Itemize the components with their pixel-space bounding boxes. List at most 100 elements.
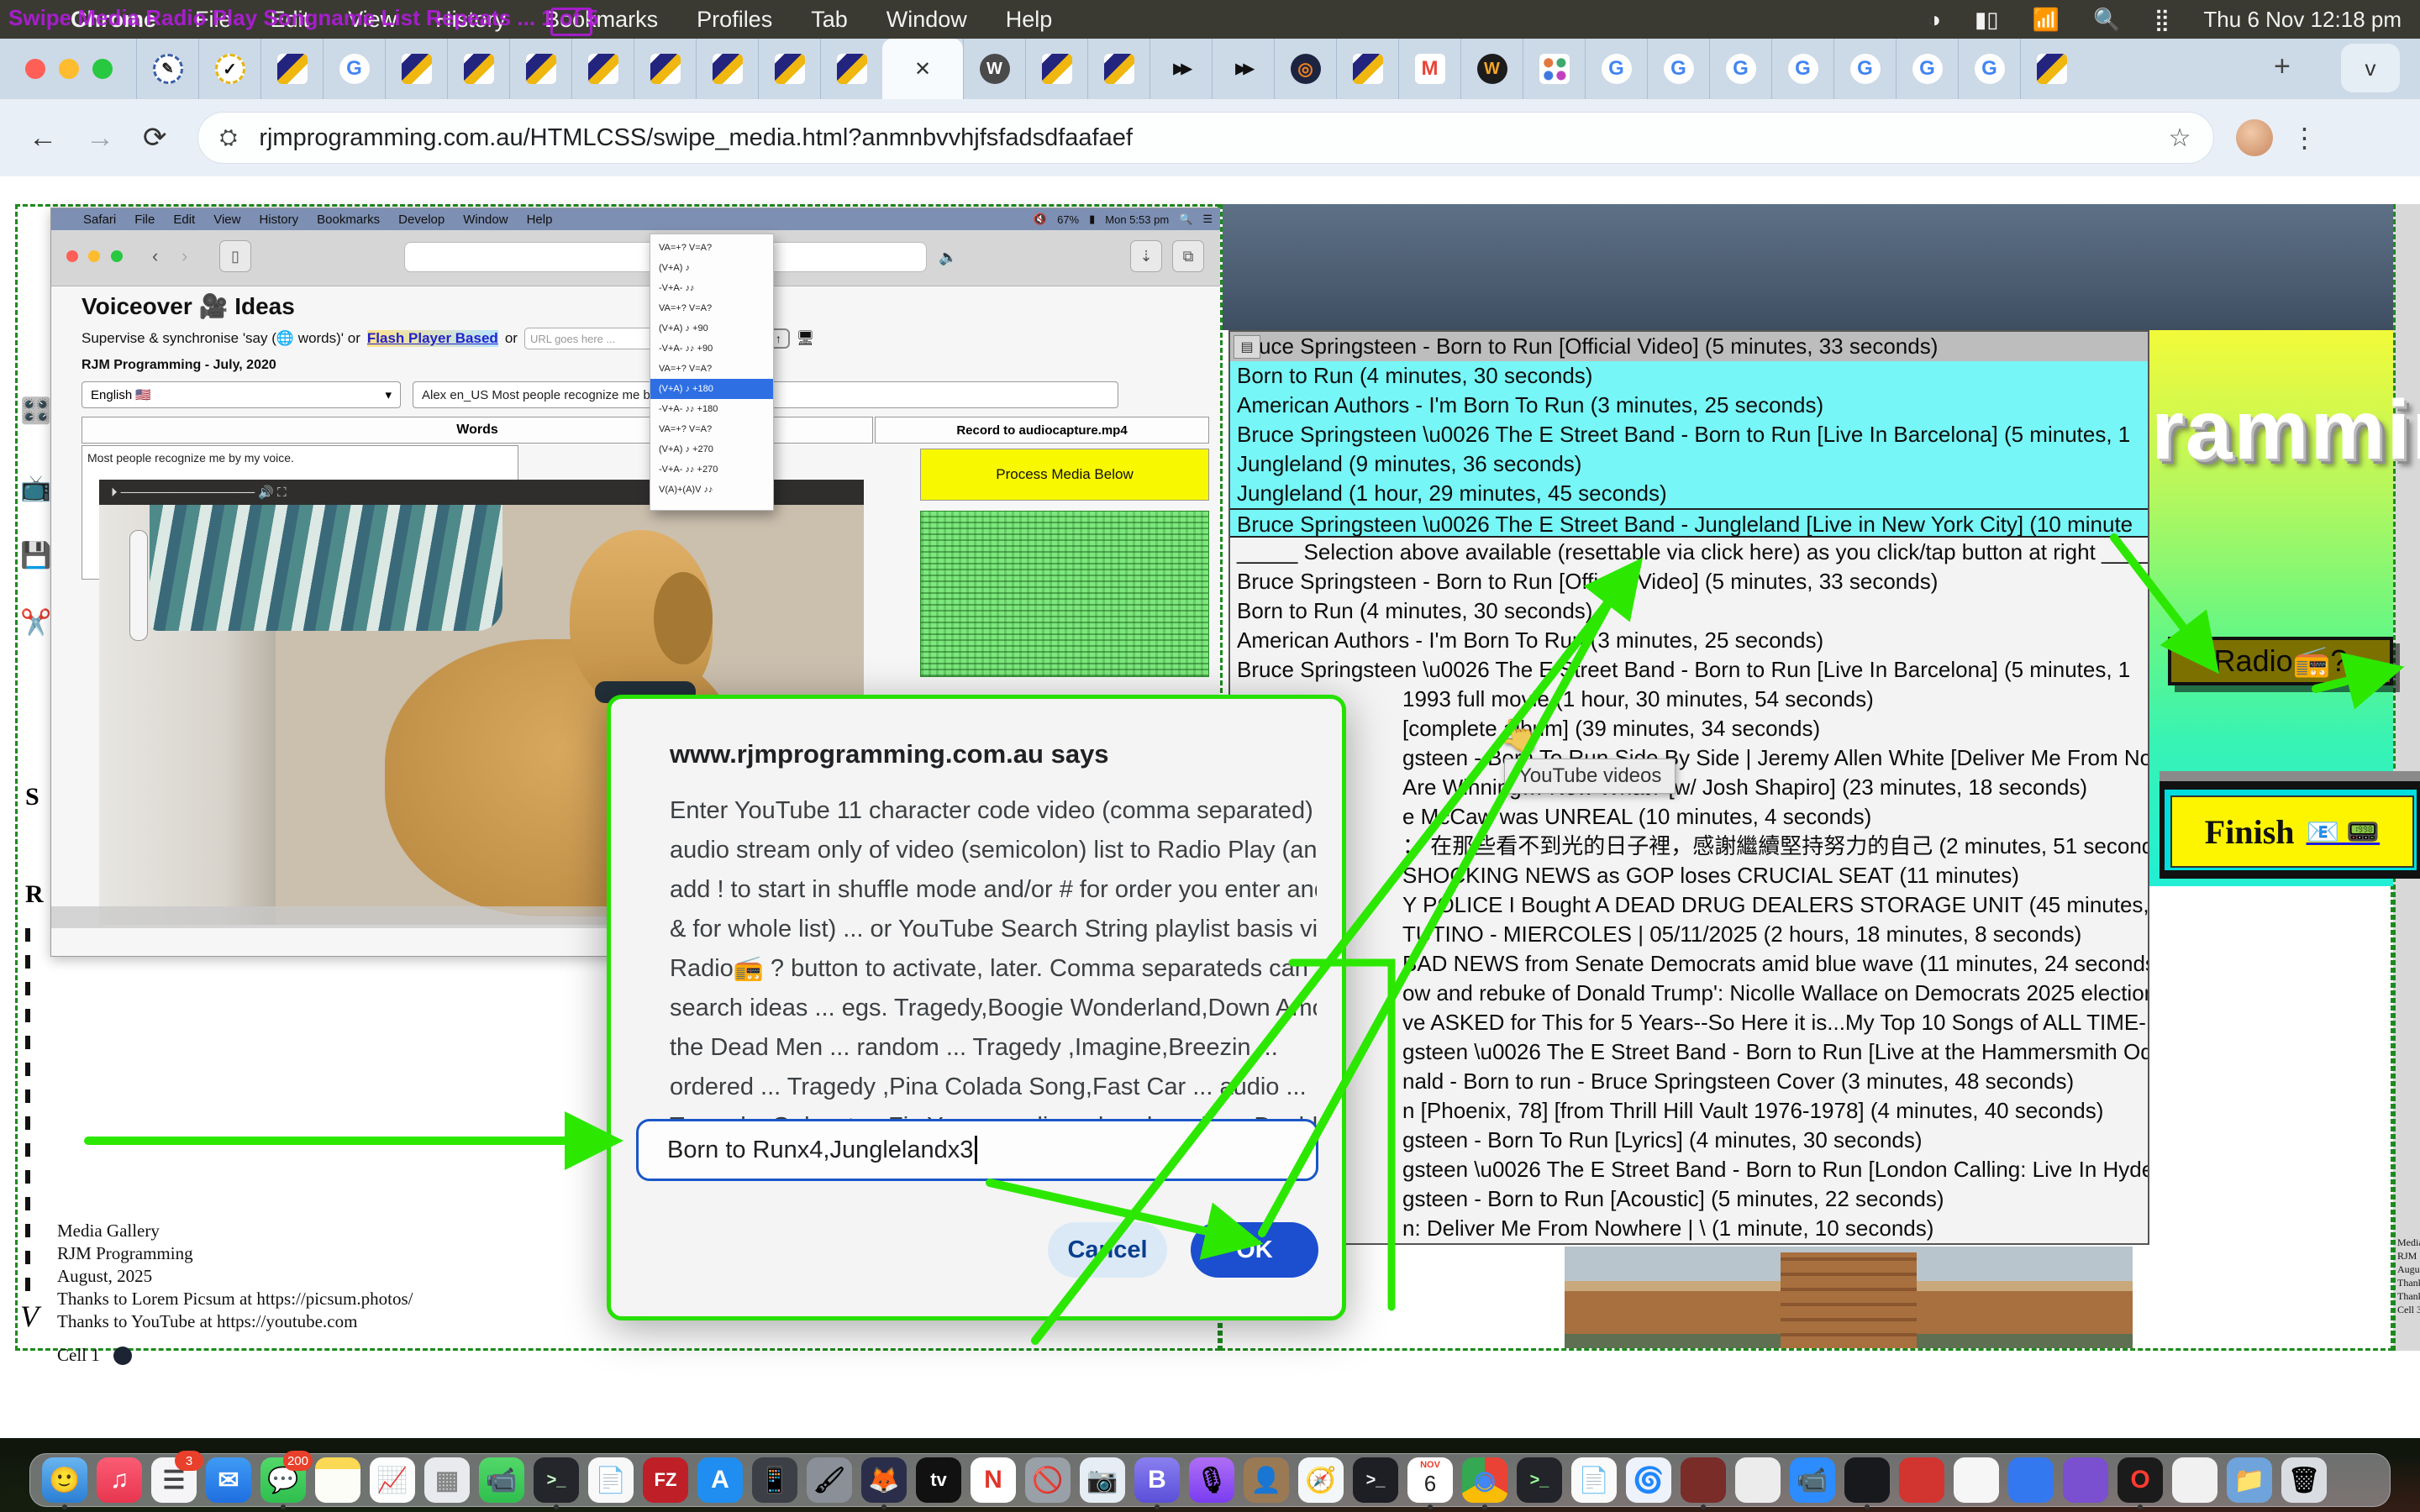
dock-app-icon[interactable]: 💬 200 — [260, 1457, 306, 1503]
site-settings-icon[interactable]: ⛭ — [220, 124, 238, 151]
browser-tab[interactable] — [1523, 39, 1585, 99]
dock-app-icon[interactable] — [2063, 1457, 2108, 1503]
browser-menu-icon[interactable]: ⋮ — [2291, 122, 2318, 154]
video-list-item[interactable]: Bruce Springsteen \u0026 The E Street Ba… — [1230, 508, 2148, 538]
popup-menu-item[interactable]: -V+A- ♪♪ — [650, 278, 773, 298]
dock-app-icon[interactable]: >_ — [1517, 1457, 1562, 1503]
menubar-item[interactable]: Help — [1006, 7, 1053, 33]
dock-app-icon[interactable]: 🧭 — [1298, 1457, 1344, 1503]
video-list-item[interactable]: TUTINO - MIERCOLES | 05/11/2025 (2 hours… — [1230, 920, 2148, 949]
dock-app-icon[interactable]: 🗑 — [2281, 1457, 2327, 1503]
video-list-item[interactable]: Bruce Springsteen \u0026 The E Street Ba… — [1230, 420, 2148, 449]
dock-app-icon[interactable]: 🦊 — [861, 1457, 907, 1503]
zoom-window-button[interactable] — [92, 59, 113, 79]
dock-app-icon[interactable]: ☰ 3 — [151, 1457, 197, 1503]
browser-tab[interactable]: G — [1647, 39, 1709, 99]
browser-tab[interactable]: G — [1709, 39, 1771, 99]
tab-search-chevron[interactable]: v — [2341, 44, 2400, 92]
control-center-icon[interactable]: ⣿ — [2154, 7, 2170, 33]
browser-tab[interactable] — [820, 39, 882, 99]
dock-app-icon[interactable]: >_ — [1353, 1457, 1398, 1503]
browser-tab[interactable] — [1025, 39, 1087, 99]
video-list-item[interactable]: gsteen \u0026 The E Street Band - Born t… — [1230, 1037, 2148, 1067]
dock-app-icon[interactable]: 🎙 — [1189, 1457, 1234, 1503]
video-list-item[interactable]: Are Winning… Now What? [w/ Josh Shapiro]… — [1230, 773, 2148, 802]
dock-app-icon[interactable] — [1844, 1457, 1890, 1503]
dock-app-icon[interactable]: N — [971, 1457, 1016, 1503]
popup-menu-item[interactable]: V(A)+(A)V ♪♪ — [650, 480, 773, 500]
video-list-item[interactable]: n: Deliver Me From Nowhere | \ (1 minute… — [1230, 1214, 2148, 1243]
browser-tab[interactable]: ▶▶ — [1212, 39, 1274, 99]
popup-menu-item[interactable]: VA=+? V=A? — [650, 238, 773, 258]
video-list-item[interactable]: gsteen - Born To Run [Lyrics] (4 minutes… — [1230, 1126, 2148, 1155]
disk-icon[interactable]: 💾 — [20, 541, 51, 570]
mixer-icon[interactable]: 🎛️ — [20, 396, 51, 426]
browser-tab[interactable]: G — [1585, 39, 1647, 99]
dock-app-icon[interactable]: 📹 — [479, 1457, 524, 1503]
dock-app-icon[interactable]: ✉ — [206, 1457, 251, 1503]
finish-button[interactable]: Finish 📧 📟 — [2170, 795, 2414, 868]
popup-menu-item[interactable]: -V+A- ♪♪ +180 — [650, 399, 773, 419]
browser-tab[interactable] — [509, 39, 571, 99]
dock-app-icon[interactable]: NOV 6 — [1407, 1457, 1453, 1503]
dock-app-icon[interactable]: tv — [916, 1457, 961, 1503]
dock-app-icon[interactable]: A — [697, 1457, 743, 1503]
dock-app-icon[interactable]: 🙂 — [42, 1457, 87, 1503]
back-button[interactable]: ← — [29, 122, 57, 155]
dock-app-icon[interactable]: ◉ — [1462, 1457, 1507, 1503]
wifi-icon[interactable]: 📶 — [2033, 7, 2060, 33]
browser-tab[interactable]: G — [1833, 39, 1896, 99]
video-list-item[interactable]: ： 在那些看不到光的日子裡，感謝繼續堅持努力的自己 (2 minutes, 51… — [1230, 832, 2148, 861]
video-list-item[interactable]: ve ASKED for This for 5 Years--So Here i… — [1230, 1008, 2148, 1037]
menubar-item[interactable]: Window — [886, 7, 967, 33]
forward-button[interactable]: → — [86, 122, 114, 155]
dock-app-icon[interactable]: 📈 — [370, 1457, 415, 1503]
browser-tab[interactable] — [2020, 39, 2082, 99]
browser-tab[interactable] — [385, 39, 447, 99]
video-list-item[interactable]: American Authors - I'm Born To Run (3 mi… — [1230, 391, 2148, 420]
dock-app-icon[interactable]: 📄 — [588, 1457, 634, 1503]
audio-options-popup[interactable]: VA=+? V=A?(V+A) ♪-V+A- ♪♪VA=+? V=A?(V+A)… — [650, 234, 774, 511]
popup-menu-item[interactable]: (V+A) ♪ +180 — [650, 379, 773, 399]
dock-app-icon[interactable]: O — [2118, 1457, 2163, 1503]
video-list-item[interactable]: gsteen - Born to Run [Acoustic] (5 minut… — [1230, 1184, 2148, 1214]
browser-tab[interactable]: ✓ — [198, 39, 260, 99]
video-list-item[interactable]: Jungleland (1 hour, 29 minutes, 45 secon… — [1230, 479, 2148, 508]
dock-app-icon[interactable] — [2008, 1457, 2054, 1503]
window-traffic-lights[interactable] — [25, 59, 113, 79]
video-list-item[interactable]: e McCaw was UNREAL (10 minutes, 4 second… — [1230, 802, 2148, 832]
address-bar[interactable]: ⛭ rjmprogramming.com.au/HTMLCSS/swipe_me… — [197, 112, 2214, 164]
video-list-item[interactable]: n [Phoenix, 78] [from Thrill Hill Vault … — [1230, 1096, 2148, 1126]
video-list-item[interactable]: American Authors - I'm Born To Run (3 mi… — [1230, 626, 2148, 655]
video-list-item[interactable]: Born to Run (4 minutes, 30 seconds) — [1230, 596, 2148, 626]
profile-avatar[interactable] — [2236, 119, 2273, 156]
video-list-item[interactable]: _____ Selection above available (resetta… — [1230, 538, 2148, 567]
browser-tab[interactable]: ◎ — [1274, 39, 1336, 99]
menubar-item[interactable]: Profiles — [697, 7, 772, 33]
dock-app-icon[interactable] — [1899, 1457, 1944, 1503]
browser-tab[interactable] — [696, 39, 758, 99]
video-list-item[interactable]: Bruce Springsteen - Born to Run [Officia… — [1230, 567, 2148, 596]
dock-app-icon[interactable] — [2172, 1457, 2217, 1503]
browser-tab[interactable]: W — [963, 39, 1025, 99]
browser-tab[interactable]: G — [1896, 39, 1958, 99]
browser-tab[interactable]: G — [323, 39, 385, 99]
process-media-button[interactable]: Process Media Below — [920, 449, 1209, 501]
youtube-video-list[interactable]: Bruce Springsteen - Born to Run [Officia… — [1228, 330, 2149, 1245]
dock-app-icon[interactable]: ♫ — [97, 1457, 142, 1503]
menubar-item[interactable]: Tab — [811, 7, 848, 33]
language-select[interactable]: English 🇺🇸▾ — [82, 381, 401, 408]
dock-app-icon[interactable]: 🌀 — [1626, 1457, 1671, 1503]
video-list-item[interactable]: ow and rebuke of Donald Trump': Nicolle … — [1230, 979, 2148, 1008]
popup-menu-item[interactable]: (V+A) ♪ +90 — [650, 318, 773, 339]
browser-tab[interactable] — [571, 39, 634, 99]
browser-tab[interactable] — [758, 39, 820, 99]
playlist-input-field[interactable]: Born to Runx4,Junglelandx3 — [636, 1119, 1318, 1181]
new-tab-button[interactable]: + — [2274, 50, 2291, 83]
browser-tab[interactable] — [1336, 39, 1398, 99]
radio-playlist-button[interactable]: Radio📻? — [2168, 637, 2393, 685]
dock-app-icon[interactable] — [1954, 1457, 1999, 1503]
video-list-item[interactable]: Y POLICE I Bought A DEAD DRUG DEALERS ST… — [1230, 890, 2148, 920]
minimize-window-button[interactable] — [59, 59, 79, 79]
dock-app-icon[interactable] — [1735, 1457, 1781, 1503]
